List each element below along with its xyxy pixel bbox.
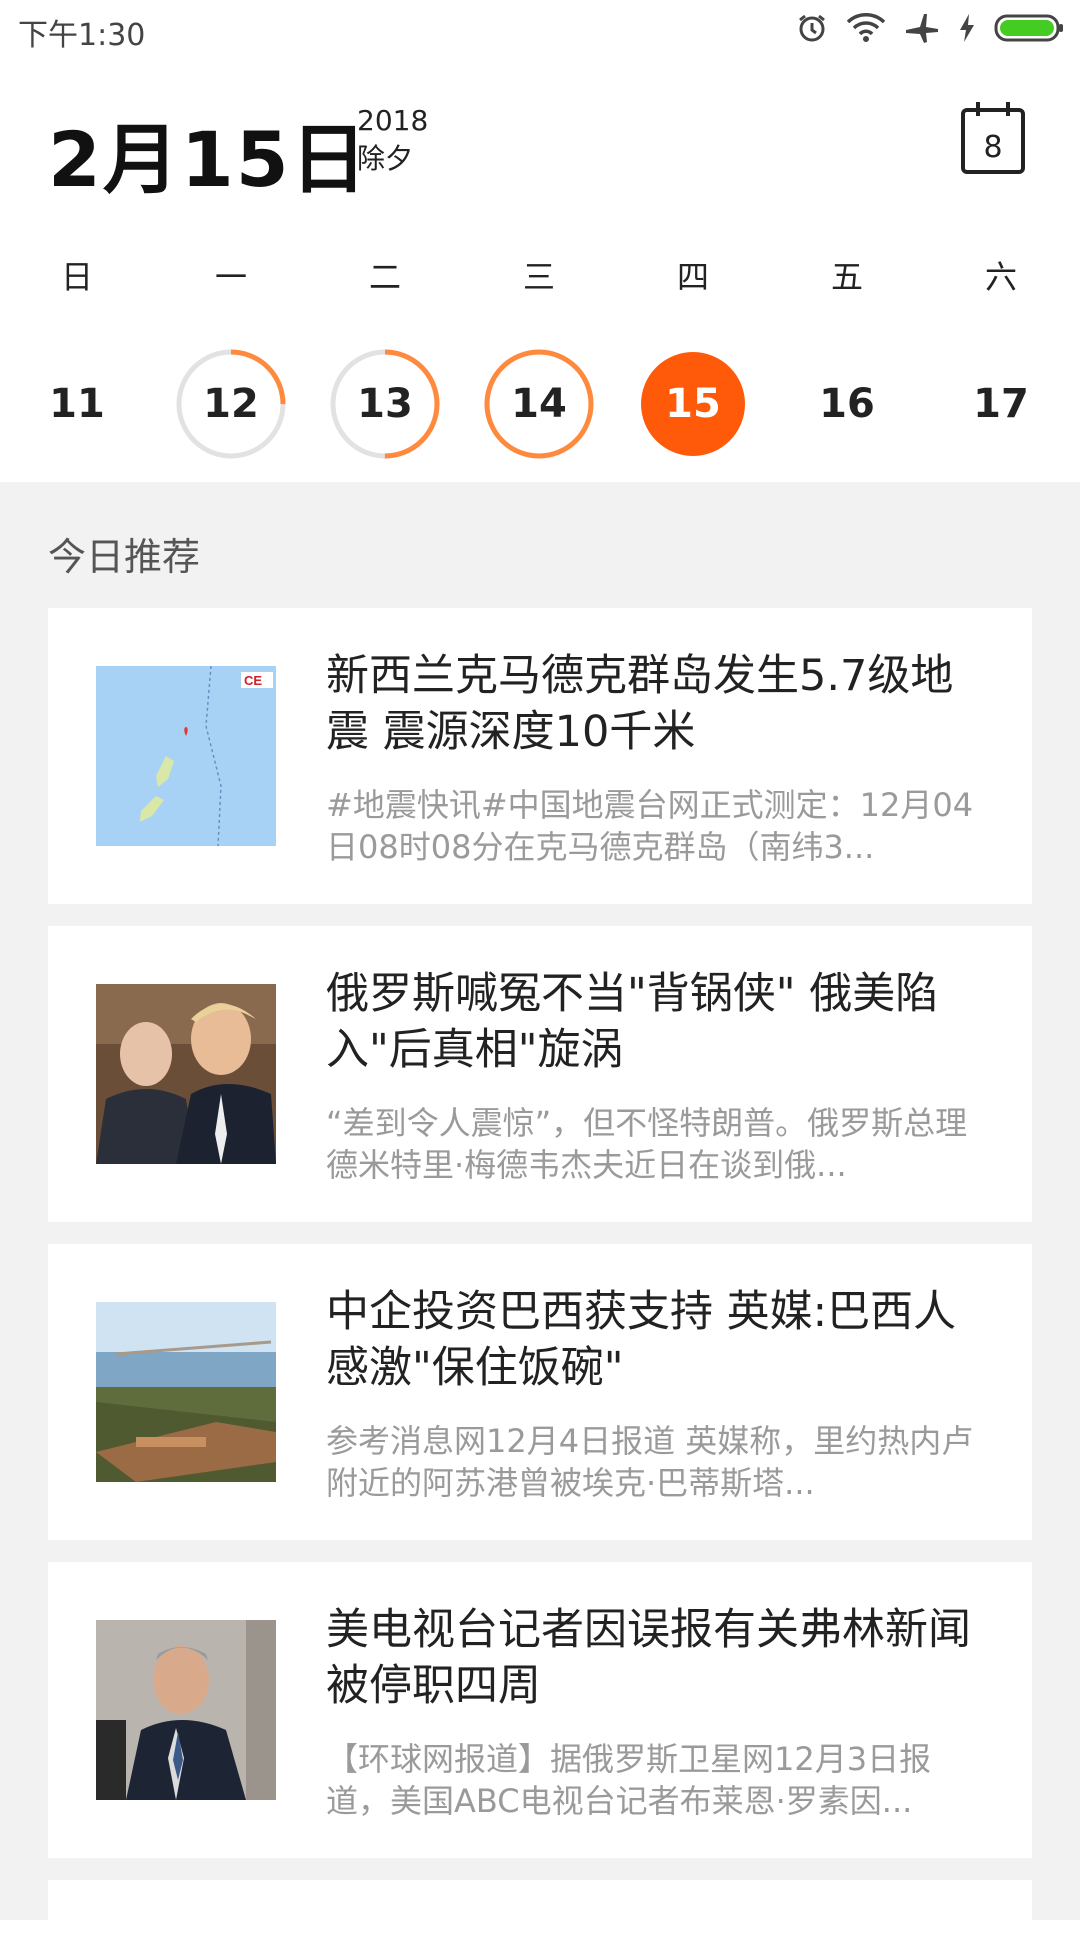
article-desc: 【环球网报道】据俄罗斯卫星网12月3日报道，美国ABC电视台记者布莱恩·罗素因.…	[326, 1740, 932, 1820]
article-title: 俄罗斯喊冤不当"背锅侠" 俄美陷入"后真相"旋涡	[326, 969, 939, 1075]
day-row: 11 12 13 14 15 16 17	[0, 346, 1080, 466]
article-title: 新西兰克马德克群岛发生5.7级地震 震源深度10千米	[326, 651, 954, 757]
day-number: 16	[819, 381, 875, 427]
people-photo	[96, 984, 276, 1164]
day-number: 11	[49, 381, 105, 427]
day-number: 14	[511, 381, 567, 427]
day-cell[interactable]: 17	[943, 346, 1059, 462]
article-desc: “差到令人震惊”，但不怪特朗普。俄罗斯总理德米特里·梅德韦杰夫近日在谈到俄...	[326, 1104, 968, 1184]
wifi-icon	[846, 12, 886, 48]
article-card[interactable]: 中企投资巴西获支持 英媒:巴西人感激"保住饭碗" 参考消息网12月4日报道 英媒…	[48, 1244, 1032, 1540]
day-cell[interactable]: 16	[789, 346, 905, 462]
svg-text:CE: CE	[244, 673, 262, 688]
day-cell-selected[interactable]: 15	[635, 346, 751, 462]
section-title: 今日推荐	[48, 535, 201, 579]
article-card[interactable]: CE 新西兰克马德克群岛发生5.7级地震 震源深度10千米 #地震快讯#中国地震…	[48, 608, 1032, 904]
article-desc: 参考消息网12月4日报道 英媒称，里约热内卢附近的阿苏港曾被埃克·巴蒂斯塔...	[326, 1422, 974, 1502]
calendar-button-day: 8	[983, 130, 1002, 165]
article-desc: #地震快讯#中国地震台网正式测定：12月04日08时08分在克马德克群岛（南纬3…	[326, 786, 974, 866]
weekday-fri: 五	[830, 258, 863, 296]
port-photo	[96, 1302, 276, 1482]
calendar-icon: 8	[961, 102, 1025, 174]
status-bar: 下午1:30	[0, 0, 1080, 62]
alarm-icon	[796, 12, 828, 48]
day-number: 12	[203, 381, 259, 427]
weekday-sat: 六	[984, 258, 1017, 296]
day-cell[interactable]: 13	[327, 346, 443, 462]
day-number: 15	[665, 381, 721, 427]
airplane-icon	[904, 12, 940, 48]
weekday-row: 日 一 二 三 四 五 六	[0, 252, 1080, 312]
day-cell[interactable]: 14	[481, 346, 597, 462]
day-cell[interactable]: 11	[19, 346, 135, 462]
weekday-mon: 一	[214, 258, 247, 296]
festival-label: 除夕	[357, 142, 414, 175]
day-number: 13	[357, 381, 413, 427]
status-time: 下午1:30	[18, 18, 146, 53]
status-icons	[796, 12, 1064, 48]
weekday-thu: 四	[676, 258, 709, 296]
weekday-sun: 日	[60, 258, 93, 296]
calendar-button[interactable]: 8	[960, 98, 1026, 176]
weekday-wed: 三	[522, 258, 555, 296]
date-meta: 2018 除夕	[357, 102, 428, 178]
day-cell[interactable]: 12	[173, 346, 289, 462]
current-date: 2月15日	[48, 115, 369, 204]
recommend-section: 今日推荐 CE 新西兰克马德克群岛发生5.7级地震 震源深度10千米 #地震快讯…	[0, 482, 1080, 1940]
article-title: 中企投资巴西获支持 英媒:巴西人感激"保住饭碗"	[326, 1287, 957, 1393]
weekday-tue: 二	[368, 258, 401, 296]
article-card[interactable]: 俄罗斯喊冤不当"背锅侠" 俄美陷入"后真相"旋涡 “差到令人震惊”，但不怪特朗普…	[48, 926, 1032, 1222]
article-title: 美电视台记者因误报有关弗林新闻被停职四周	[326, 1605, 971, 1711]
article-card-partial[interactable]	[48, 1880, 1032, 1940]
battery-icon	[994, 13, 1064, 47]
article-card[interactable]: 美电视台记者因误报有关弗林新闻被停职四周 【环球网报道】据俄罗斯卫星网12月3日…	[48, 1562, 1032, 1858]
charging-icon	[958, 12, 976, 48]
map-thumbnail: CE	[96, 666, 276, 846]
day-number: 17	[973, 381, 1029, 427]
calendar-header: 2月15日 2018 除夕 8 日 一 二 三 四 五 六 11 12 13 1…	[0, 62, 1080, 482]
man-photo	[96, 1620, 276, 1800]
year-label: 2018	[357, 104, 429, 137]
